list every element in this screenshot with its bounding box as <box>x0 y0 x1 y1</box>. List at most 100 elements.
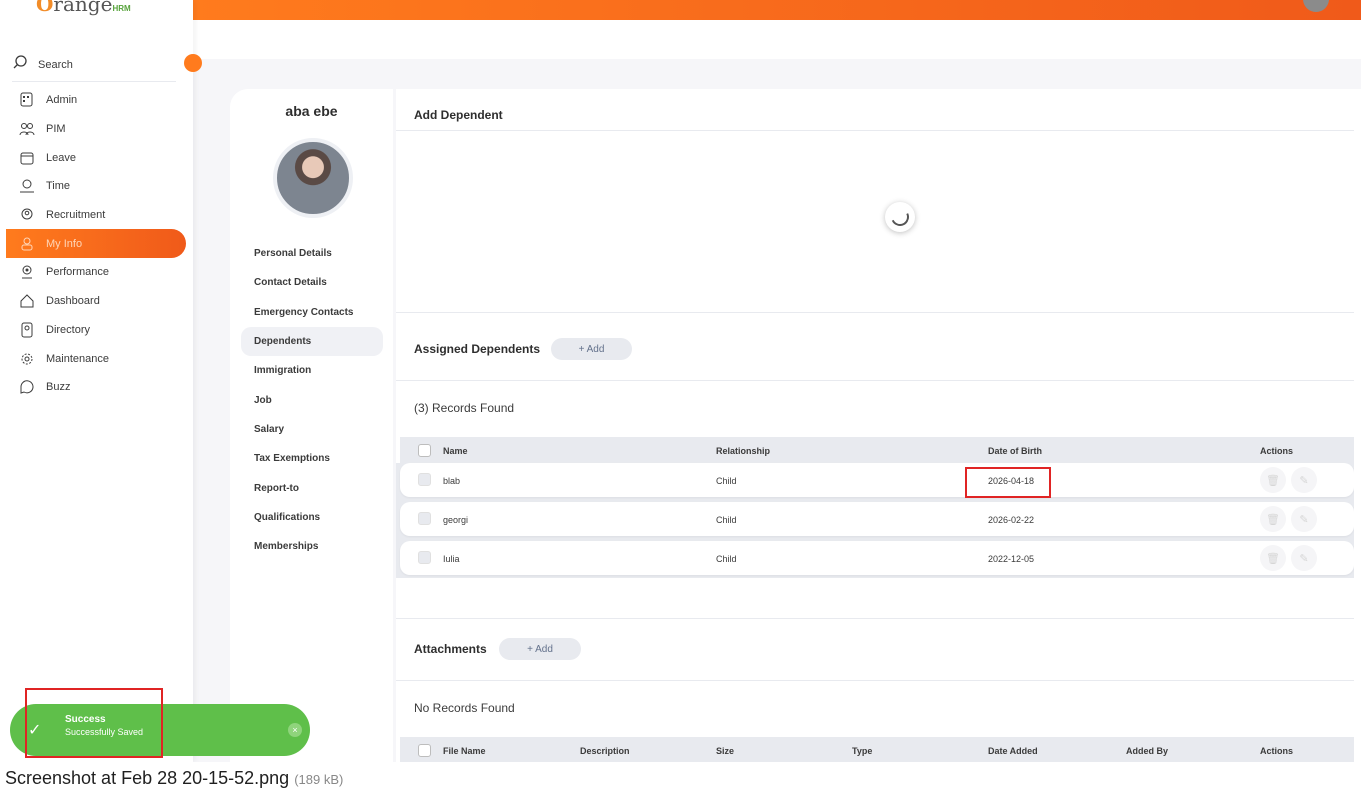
search-label: Search <box>38 58 73 71</box>
app-frame: OrangeHRM Search Admin PIM Leave Time Re… <box>0 0 1361 762</box>
sidebar-menu: Admin PIM Leave Time Recruitment My Info… <box>6 86 186 402</box>
sidebar-item-maintenance[interactable]: Maintenance <box>6 344 186 373</box>
sidebar-item-my-info[interactable]: My Info <box>6 229 186 259</box>
profile-card: aba ebe Personal Details Contact Details… <box>230 89 393 762</box>
select-all-checkbox[interactable] <box>418 744 431 757</box>
sidebar-item-buzz[interactable]: Buzz <box>6 373 186 402</box>
add-dependent-title: Add Dependent <box>414 108 503 122</box>
col-relationship: Relationship <box>716 446 771 456</box>
pencil-icon[interactable]: ✎ <box>1291 467 1317 493</box>
recruitment-icon <box>18 206 36 224</box>
table-row[interactable]: blab Child 2026-04-18 🗑 ✎ <box>400 463 1354 497</box>
col-size: Size <box>716 746 735 756</box>
right-edge <box>1354 89 1361 762</box>
performance-icon <box>18 263 36 281</box>
cell-relationship: Child <box>716 554 737 564</box>
sidebar-item-directory[interactable]: Directory <box>6 316 186 345</box>
close-icon[interactable]: × <box>288 723 302 737</box>
attachments-records-count: No Records Found <box>414 701 515 715</box>
sidebar-item-dashboard[interactable]: Dashboard <box>6 287 186 316</box>
cell-name: georgi <box>443 515 469 525</box>
sidebar-item-recruitment[interactable]: Recruitment <box>6 201 186 230</box>
user-avatar[interactable] <box>1303 0 1329 12</box>
select-all-checkbox[interactable] <box>418 444 431 457</box>
tab-job[interactable]: Job <box>241 385 383 414</box>
sidebar-item-time[interactable]: Time <box>6 172 186 201</box>
col-description: Description <box>580 746 630 756</box>
add-attachment-button[interactable]: + Add <box>499 638 581 660</box>
cell-relationship: Child <box>716 476 737 486</box>
cell-date-of-birth: 2022-12-05 <box>988 554 1035 564</box>
dependents-table-header: Name Relationship Date of Birth Actions <box>400 437 1354 463</box>
tab-salary[interactable]: Salary <box>241 415 383 444</box>
pencil-icon[interactable]: ✎ <box>1291 506 1317 532</box>
tab-report-to[interactable]: Report-to <box>241 473 383 502</box>
col-date-added: Date Added <box>988 746 1038 756</box>
sidebar-item-pim[interactable]: PIM <box>6 115 186 144</box>
divider <box>396 380 1354 381</box>
sidebar: OrangeHRM Search Admin PIM Leave Time Re… <box>0 0 193 762</box>
highlight-box <box>25 688 163 758</box>
cell-date-of-birth: 2026-02-22 <box>988 515 1035 525</box>
buzz-icon <box>18 378 36 396</box>
pencil-icon[interactable]: ✎ <box>1291 545 1317 571</box>
tab-qualifications[interactable]: Qualifications <box>241 503 383 532</box>
trash-icon[interactable]: 🗑 <box>1260 545 1286 571</box>
header-strip <box>193 20 1361 59</box>
attachments-title: Attachments <box>414 642 487 656</box>
tab-personal-details[interactable]: Personal Details <box>241 239 383 268</box>
employee-name: aba ebe <box>285 103 338 119</box>
cell-name: Iulia <box>443 554 460 564</box>
trash-icon[interactable]: 🗑 <box>1260 506 1286 532</box>
admin-icon <box>18 91 36 109</box>
leave-icon <box>18 149 36 167</box>
table-row[interactable]: georgi Child 2026-02-22 🗑 ✎ <box>400 502 1354 536</box>
col-name: Name <box>443 446 468 456</box>
cell-relationship: Child <box>716 515 737 525</box>
main-content: Add Dependent Assigned Dependents + Add … <box>396 89 1354 762</box>
profile-nav: Personal Details Contact Details Emergen… <box>241 239 383 561</box>
assigned-dependents-title: Assigned Dependents <box>414 342 541 356</box>
loading-spinner-icon <box>885 202 915 232</box>
maintenance-icon <box>18 350 36 368</box>
col-actions: Actions <box>1260 746 1294 756</box>
time-icon <box>18 177 36 195</box>
tab-dependents[interactable]: Dependents <box>241 326 383 357</box>
col-type: Type <box>852 746 873 756</box>
records-count: (3) Records Found <box>414 401 515 415</box>
pim-icon <box>18 120 36 138</box>
row-checkbox[interactable] <box>418 473 431 486</box>
col-file-name: File Name <box>443 746 486 756</box>
attachments-table-header: File Name Description Size Type Date Add… <box>400 737 1354 762</box>
row-checkbox[interactable] <box>418 551 431 564</box>
divider <box>396 130 1354 131</box>
dashboard-icon <box>18 292 36 310</box>
sidebar-collapse-button[interactable] <box>184 54 202 72</box>
divider <box>396 618 1354 619</box>
attachment-caption[interactable]: Screenshot at Feb 28 20-15-52.png (189 k… <box>5 768 343 789</box>
app-logo[interactable]: OrangeHRM <box>36 0 131 16</box>
cell-name: blab <box>443 476 461 486</box>
sidebar-item-leave[interactable]: Leave <box>6 143 186 172</box>
tab-contact-details[interactable]: Contact Details <box>241 268 383 297</box>
sidebar-item-admin[interactable]: Admin <box>6 86 186 115</box>
divider <box>396 680 1354 681</box>
col-added-by: Added By <box>1126 746 1169 756</box>
employee-photo[interactable] <box>273 138 353 218</box>
highlight-box <box>965 467 1051 498</box>
add-dependent-button[interactable]: + Add <box>551 338 632 360</box>
sidebar-search[interactable]: Search <box>12 48 176 82</box>
table-row[interactable]: Iulia Child 2022-12-05 🗑 ✎ <box>400 541 1354 575</box>
col-date-of-birth: Date of Birth <box>988 446 1042 456</box>
divider <box>396 312 1354 313</box>
tab-emergency-contacts[interactable]: Emergency Contacts <box>241 298 383 327</box>
row-checkbox[interactable] <box>418 512 431 525</box>
tab-immigration[interactable]: Immigration <box>241 356 383 385</box>
sidebar-item-performance[interactable]: Performance <box>6 258 186 287</box>
search-icon <box>12 54 28 75</box>
trash-icon[interactable]: 🗑 <box>1260 467 1286 493</box>
top-header-bar <box>193 0 1361 20</box>
myinfo-icon <box>18 235 36 253</box>
tab-tax-exemptions[interactable]: Tax Exemptions <box>241 444 383 473</box>
tab-memberships[interactable]: Memberships <box>241 532 383 561</box>
